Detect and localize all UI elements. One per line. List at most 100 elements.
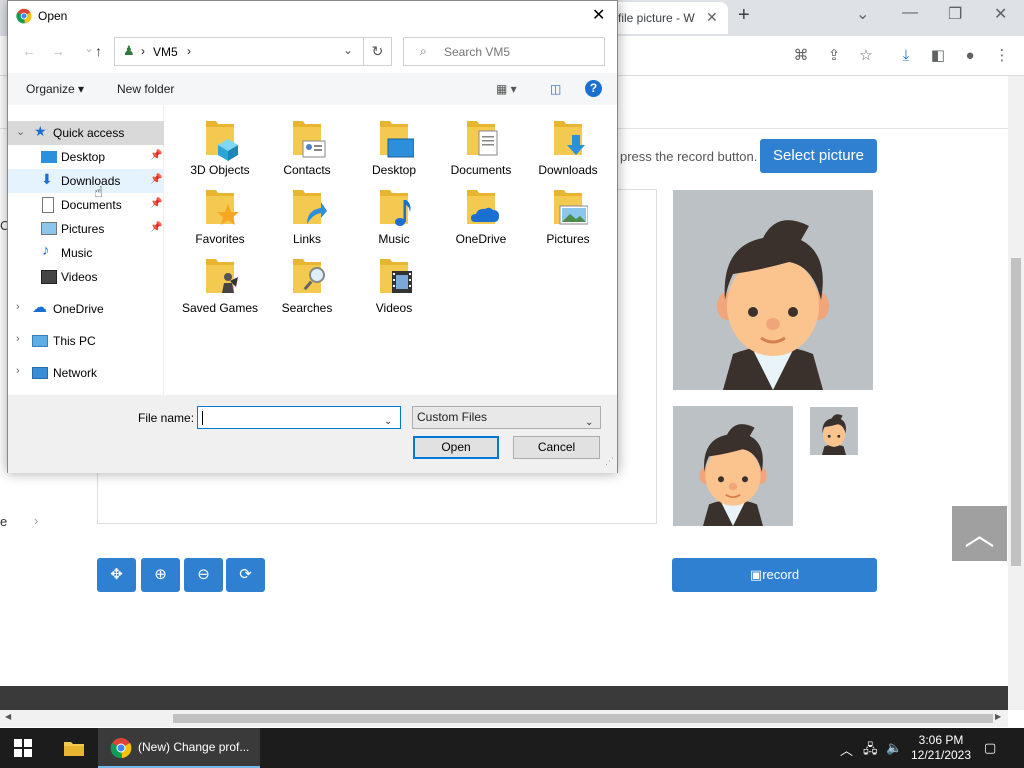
horizontal-scrollbar[interactable]: ◀ ▶ (0, 710, 1008, 727)
chevron-up-icon[interactable]: ︿ (840, 740, 853, 759)
taskbar-chrome-button[interactable]: (New) Change prof... (98, 728, 260, 768)
organize-button[interactable]: Organize ▾ (26, 82, 84, 96)
help-icon[interactable]: ? (585, 80, 602, 97)
minimize-icon[interactable]: — (902, 4, 918, 22)
desktop-folder-icon (380, 121, 414, 158)
folder-3d-objects[interactable]: 3D Objects (180, 117, 260, 178)
nav-quick-access[interactable]: ⌄ ★ Quick access (8, 121, 164, 145)
chevron-down-icon[interactable]: ⌄ (384, 411, 392, 432)
vertical-scroll-thumb[interactable] (1011, 258, 1021, 566)
chevron-down-icon[interactable]: ⌄ (856, 4, 869, 24)
downloads-folder-icon (554, 121, 585, 155)
page-footer (0, 686, 1008, 710)
rotate-button[interactable]: ⟳ (226, 558, 265, 592)
folder-searches[interactable]: Searches (267, 255, 347, 316)
folder-downloads[interactable]: Downloads (528, 117, 608, 178)
horizontal-scroll-thumb[interactable] (173, 714, 993, 723)
chevron-down-icon[interactable]: ⌄ (585, 412, 593, 433)
close-icon[interactable]: ✕ (994, 4, 1007, 24)
new-folder-button[interactable]: New folder (117, 82, 174, 96)
record-button[interactable]: ▣record (672, 558, 877, 592)
folder-pictures[interactable]: Pictures (528, 186, 608, 247)
desktop-icon (41, 151, 57, 163)
avatar-preview-large (673, 190, 873, 390)
download-icon[interactable]: ⤓ (895, 45, 917, 67)
folder-favorites[interactable]: Favorites (180, 186, 260, 247)
search-box[interactable]: ⌕ Search VM5 (403, 37, 605, 66)
file-type-value: Custom Files (417, 410, 488, 424)
profile-avatar-icon[interactable]: ● (959, 45, 981, 67)
address-bar[interactable]: ♟ › VM5 › ⌄ (114, 37, 364, 66)
restore-icon[interactable]: ❐ (948, 4, 962, 24)
star-icon: ★ (34, 123, 47, 139)
open-button[interactable]: Open (413, 436, 499, 459)
folder-documents[interactable]: Documents (441, 117, 521, 178)
scroll-left-icon[interactable]: ◀ (5, 712, 11, 721)
videos-icon (41, 270, 57, 284)
folder-label: Favorites (195, 232, 245, 246)
zoom-out-button[interactable]: ⊖ (184, 558, 223, 592)
nav-onedrive[interactable]: › ☁ OneDrive (8, 297, 164, 321)
file-name-input[interactable]: ⌄ (197, 406, 401, 429)
resize-grip-icon[interactable]: ⋰ (605, 456, 614, 467)
folder-links[interactable]: Links (267, 186, 347, 247)
nav-item-documents[interactable]: Documents 📌 (8, 193, 164, 217)
nav-network[interactable]: › Network (8, 361, 164, 385)
breadcrumb-separator[interactable]: › (187, 44, 191, 58)
bookmark-star-icon[interactable]: ☆ (855, 45, 877, 67)
cancel-button[interactable]: Cancel (513, 436, 600, 459)
chevron-down-icon[interactable]: ⌄ (343, 43, 353, 57)
vertical-scrollbar[interactable] (1008, 76, 1024, 710)
chevron-right-icon[interactable]: › (16, 333, 20, 345)
up-arrow-icon[interactable]: ↑ (95, 43, 102, 59)
file-type-select[interactable]: Custom Files ⌄ (412, 406, 601, 429)
menu-icon[interactable]: ⋮ (991, 45, 1013, 67)
instruction-text: press the record button. (620, 149, 758, 164)
nav-label: This PC (53, 334, 96, 348)
browser-tab[interactable]: file picture - W ✕ (600, 2, 728, 34)
taskbar-clock[interactable]: 3:06 PM 12/21/2023 (906, 733, 976, 763)
back-arrow-icon[interactable]: ← (22, 43, 36, 59)
share-icon[interactable]: ⇪ (823, 45, 845, 67)
breadcrumb-location[interactable]: VM5 (153, 45, 178, 59)
zoom-out-icon: ⊖ (197, 566, 210, 583)
view-options-icon[interactable]: ▦ ▾ (496, 82, 517, 96)
file-explorer-icon[interactable] (62, 736, 86, 760)
zoom-in-button[interactable]: ⊕ (141, 558, 180, 592)
tab-close-icon[interactable]: ✕ (706, 9, 718, 26)
close-icon[interactable]: ✕ (592, 5, 605, 25)
select-picture-button[interactable]: Select picture (760, 139, 877, 173)
windows-start-icon[interactable] (14, 739, 32, 757)
chevron-right-icon[interactable]: › (16, 365, 20, 377)
refresh-button[interactable]: ↻ (364, 37, 392, 66)
folder-videos[interactable]: Videos (354, 255, 434, 316)
nav-label: Pictures (61, 222, 105, 236)
back-to-top-button[interactable]: ︿ (952, 506, 1007, 561)
forward-arrow-icon[interactable]: → (51, 43, 65, 59)
folder-onedrive[interactable]: OneDrive (441, 186, 521, 247)
new-tab-button[interactable]: + (738, 4, 750, 27)
network-icon[interactable]: 🖧 (863, 740, 878, 762)
recent-dropdown-icon[interactable]: ⌄ (84, 41, 94, 55)
nav-item-pictures[interactable]: Pictures 📌 (8, 217, 164, 241)
nav-item-downloads[interactable]: ⬇ Downloads 📌 (8, 169, 164, 193)
move-tool-button[interactable]: ✥ (97, 558, 136, 592)
folder-music[interactable]: Music (354, 186, 434, 247)
chevron-down-icon[interactable]: ⌄ (16, 125, 25, 138)
folder-desktop[interactable]: Desktop (354, 117, 434, 178)
notifications-icon[interactable]: ▢ (984, 740, 996, 756)
folder-contacts[interactable]: Contacts (267, 117, 347, 178)
preview-pane-icon[interactable]: ◫ (550, 82, 561, 96)
folder-saved-games[interactable]: Saved Games (180, 255, 260, 316)
chevron-right-icon[interactable]: › (16, 301, 20, 313)
side-panel-icon[interactable]: ◧ (927, 45, 949, 67)
breadcrumb-separator: › (141, 44, 145, 58)
nav-item-music[interactable]: ♪ Music (8, 241, 164, 265)
volume-muted-icon[interactable]: 🔈 (886, 740, 902, 756)
chevron-right-icon[interactable]: › (34, 513, 38, 528)
scroll-right-icon[interactable]: ▶ (995, 712, 1001, 721)
nav-this-pc[interactable]: › This PC (8, 329, 164, 353)
nav-item-videos[interactable]: Videos (8, 265, 164, 289)
translate-icon[interactable]: ⌘ (790, 45, 812, 67)
nav-item-desktop[interactable]: Desktop 📌 (8, 145, 164, 169)
